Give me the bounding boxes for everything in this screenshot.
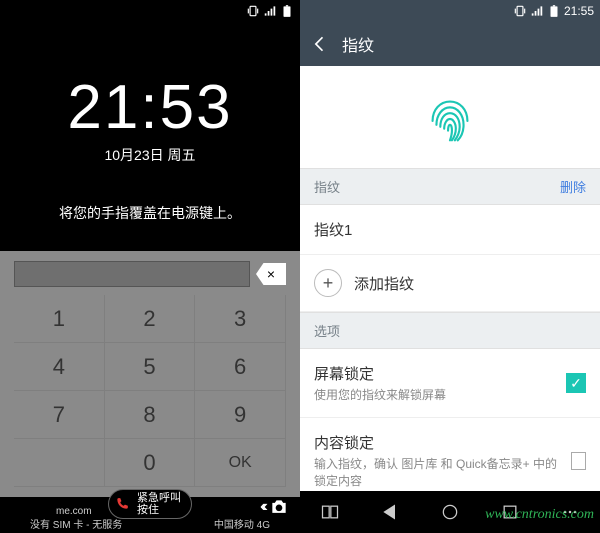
- clock-time: 21:53: [0, 72, 300, 143]
- key-8[interactable]: 8: [105, 391, 196, 439]
- key-4[interactable]: 4: [14, 343, 105, 391]
- fingerprint-icon: [419, 88, 481, 150]
- section-label: 指纹: [314, 177, 340, 196]
- key-3[interactable]: 3: [195, 295, 286, 343]
- content-lock-title: 内容锁定: [314, 432, 559, 453]
- add-fingerprint-item[interactable]: + 添加指纹: [300, 255, 600, 312]
- fingerprint-item-1[interactable]: 指纹1: [300, 205, 600, 255]
- key-ok[interactable]: OK: [195, 439, 286, 487]
- section-header-options: 选项: [300, 312, 600, 349]
- key-7[interactable]: 7: [14, 391, 105, 439]
- content-lock-sub: 输入指纹，确认 图片库 和 Quick备忘录+ 中的锁定内容: [314, 455, 559, 489]
- key-1[interactable]: 1: [14, 295, 105, 343]
- status-time: 21:55: [564, 4, 594, 18]
- fingerprint-item-label: 指纹1: [314, 219, 352, 240]
- carrier-row: 没有 SIM 卡 - 无服务 中国移动 4G: [0, 514, 300, 533]
- pin-row: ×: [14, 261, 286, 287]
- key-6[interactable]: 6: [195, 343, 286, 391]
- vibrate-icon: [246, 4, 260, 18]
- screen-lock-item[interactable]: 屏幕锁定 使用您的指纹来解锁屏幕 ✓: [300, 349, 600, 418]
- settings-fingerprint-screen: 21:55 指纹 指纹 删除 指纹1 + 添加指纹 选项 屏幕锁定 使用您的指纹…: [300, 0, 600, 533]
- nav-dual-button[interactable]: [310, 491, 350, 533]
- checkbox-unchecked[interactable]: [571, 452, 586, 470]
- no-sim-label: 没有 SIM 卡 - 无服务: [30, 516, 122, 531]
- titlebar: 指纹: [300, 22, 600, 66]
- status-icons: [246, 4, 294, 18]
- lockscreen: 21:53 10月23日 周五 将您的手指覆盖在电源键上。 × 1 2 3 4 …: [0, 0, 300, 533]
- key-9[interactable]: 9: [195, 391, 286, 439]
- nav-recent-button[interactable]: [490, 491, 530, 533]
- back-icon[interactable]: [310, 34, 330, 54]
- status-icons: 21:55: [513, 4, 594, 18]
- battery-icon: [547, 4, 561, 18]
- nav-back-button[interactable]: [370, 491, 410, 533]
- checkbox-checked[interactable]: ✓: [566, 373, 586, 393]
- section-header-fingerprints: 指纹 删除: [300, 168, 600, 205]
- navigation-bar: [300, 491, 600, 533]
- key-0[interactable]: 0: [105, 439, 196, 487]
- plus-icon: +: [314, 269, 342, 297]
- clock-date: 10月23日 周五: [0, 145, 300, 165]
- pin-keypad-panel: × 1 2 3 4 5 6 7 8 9 0 OK: [0, 251, 300, 497]
- backspace-button[interactable]: ×: [256, 263, 286, 285]
- page-title: 指纹: [342, 32, 374, 56]
- key-2[interactable]: 2: [105, 295, 196, 343]
- clock-area: 21:53 10月23日 周五: [0, 72, 300, 165]
- vibrate-icon: [513, 4, 527, 18]
- battery-icon: [280, 4, 294, 18]
- signal-icon: [530, 4, 544, 18]
- key-5[interactable]: 5: [105, 343, 196, 391]
- phone-icon: [111, 493, 133, 515]
- keypad: 1 2 3 4 5 6 7 8 9 0 OK: [14, 295, 286, 487]
- screen-lock-title: 屏幕锁定: [314, 363, 446, 384]
- nav-menu-button[interactable]: [550, 491, 590, 533]
- signal-icon: [263, 4, 277, 18]
- fingerprint-hero: [300, 66, 600, 168]
- pin-input[interactable]: [14, 261, 250, 287]
- delete-button[interactable]: 删除: [560, 177, 586, 196]
- emergency-label-1: 紧急呼叫: [137, 492, 181, 504]
- fingerprint-prompt: 将您的手指覆盖在电源键上。: [0, 203, 300, 223]
- status-bar-right: 21:55: [300, 0, 600, 22]
- key-blank: [14, 439, 105, 487]
- section-label: 选项: [314, 321, 340, 340]
- add-fingerprint-label: 添加指纹: [354, 273, 414, 294]
- nav-home-button[interactable]: [430, 491, 470, 533]
- carrier-label: 中国移动 4G: [214, 516, 270, 531]
- screen-lock-sub: 使用您的指纹来解锁屏幕: [314, 386, 446, 403]
- status-bar-left: [0, 0, 300, 22]
